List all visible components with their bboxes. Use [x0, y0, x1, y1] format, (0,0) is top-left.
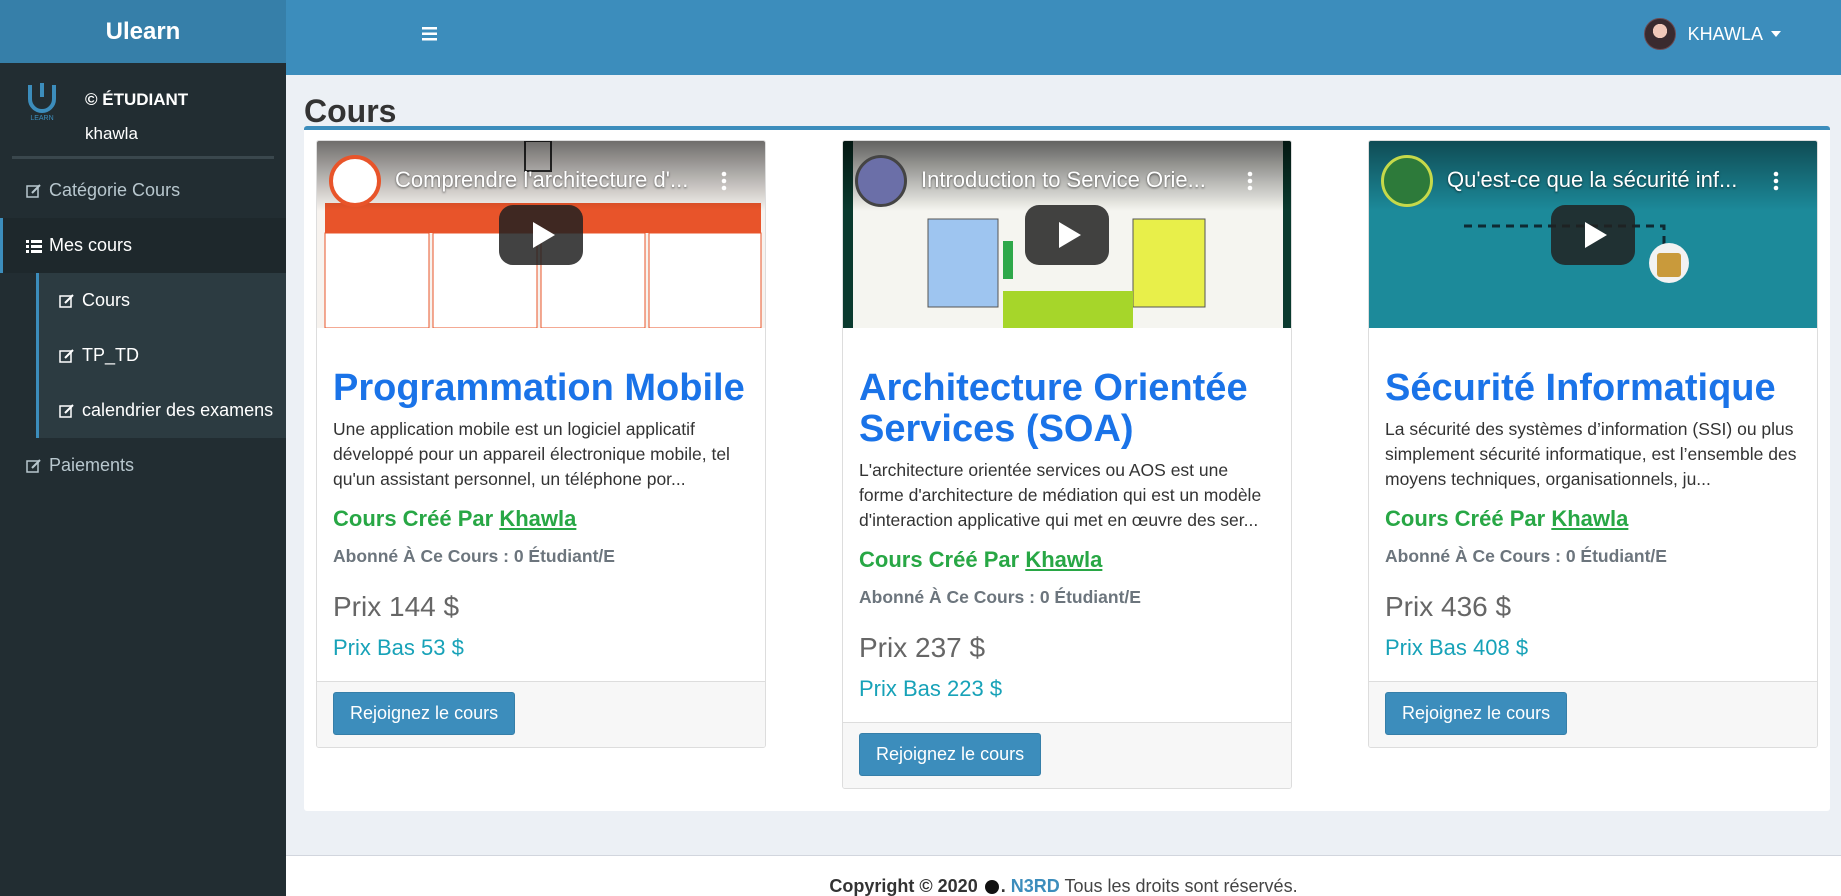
avatar — [1643, 18, 1676, 50]
footer-copyright: Copyright © 2020 — [829, 876, 978, 896]
sidebar-item-label: calendrier des examens — [82, 400, 274, 420]
page-footer: Copyright © 2020 . N3RD Tous les droits … — [286, 855, 1841, 896]
sidebar-item-paiements[interactable]: Paiements — [0, 438, 286, 493]
course-card: Comprendre l'architecture d'... Programm… — [316, 140, 766, 748]
course-description: Une application mobile est un logiciel a… — [333, 419, 730, 489]
course-title[interactable]: Architecture Orientée Services (SOA) — [859, 368, 1275, 450]
more-options-icon[interactable] — [1247, 171, 1253, 191]
play-button-icon[interactable] — [1025, 204, 1109, 265]
author-link[interactable]: Khawla — [499, 506, 576, 531]
video-title[interactable]: Introduction to Service Orie... — [921, 167, 1206, 193]
sidebar-menu: Catégorie Cours Mes cours — [0, 163, 286, 273]
sidebar-item-mes-cours[interactable]: Mes cours — [0, 218, 286, 273]
course-description: La sécurité des systèmes d’information (… — [1385, 419, 1797, 489]
video-embed[interactable]: Qu'est-ce que la sécurité inf... — [1369, 141, 1817, 328]
sidebar-item-categorie-cours[interactable]: Catégorie Cours — [0, 163, 286, 218]
course-author: Cours Créé Par Khawla — [333, 506, 749, 532]
video-embed[interactable]: Introduction to Service Orie... — [843, 141, 1291, 328]
svg-text:LEARN: LEARN — [30, 115, 53, 121]
more-options-icon[interactable] — [721, 171, 727, 191]
author-prefix: Cours Créé Par — [859, 547, 1020, 572]
courses-box: Comprendre l'architecture d'... Programm… — [304, 126, 1830, 811]
course-low-price: Prix Bas 408 $ — [1385, 635, 1529, 660]
user-menu[interactable]: KHAWLA — [1643, 18, 1781, 50]
course-author: Cours Créé Par Khawla — [1385, 506, 1801, 532]
author-prefix: Cours Créé Par — [1385, 506, 1546, 531]
sidebar-item-label: Mes cours — [49, 235, 133, 255]
course-subscribers: Abonné À Ce Cours : 0 Étudiant/E — [1385, 546, 1667, 566]
video-embed[interactable]: Comprendre l'architecture d'... — [317, 141, 765, 328]
page-title: Cours — [304, 93, 397, 129]
sidebar-subitem-cours[interactable]: Cours — [39, 273, 286, 328]
channel-icon[interactable] — [1381, 155, 1433, 207]
course-low-price: Prix Bas 53 $ — [333, 635, 464, 660]
edit-icon — [24, 181, 44, 201]
edit-icon — [57, 291, 77, 311]
join-course-button[interactable]: Rejoignez le cours — [333, 692, 516, 735]
join-course-button[interactable]: Rejoignez le cours — [1385, 692, 1568, 735]
card-body: Sécurité Informatique La sécurité des sy… — [1369, 328, 1817, 681]
channel-icon[interactable] — [855, 155, 907, 207]
course-card: Qu'est-ce que la sécurité inf... Sécurit… — [1368, 140, 1818, 748]
sidebar-subitem-calendrier[interactable]: calendrier des examens — [39, 383, 286, 438]
user-panel: LEARN © ÉTUDIANT khawla — [12, 63, 274, 159]
brand-logo[interactable]: Ulearn — [0, 0, 286, 63]
author-link[interactable]: Khawla — [1025, 547, 1102, 572]
course-card: Introduction to Service Orie... Architec… — [842, 140, 1292, 789]
course-price: Prix 144 $ — [333, 591, 460, 622]
sidebar-item-label: TP_TD — [82, 345, 140, 365]
course-author: Cours Créé Par Khawla — [859, 547, 1275, 573]
course-subscribers: Abonné À Ce Cours : 0 Étudiant/E — [333, 546, 615, 566]
hamburger-menu-icon[interactable] — [420, 23, 442, 45]
play-button-icon[interactable] — [499, 204, 583, 265]
footer-rights: Tous les droits sont réservés. — [1064, 876, 1298, 896]
sidebar: Ulearn LEARN © ÉTUDIANT khawla Catégorie… — [0, 0, 286, 896]
course-price: Prix 436 $ — [1385, 591, 1512, 622]
more-options-icon[interactable] — [1773, 171, 1779, 191]
course-price: Prix 237 $ — [859, 632, 986, 663]
course-description: L'architecture orientée services ou AOS … — [859, 460, 1262, 530]
course-subscribers: Abonné À Ce Cours : 0 Étudiant/E — [859, 587, 1141, 607]
list-icon — [24, 236, 44, 256]
ulearn-logo-icon: LEARN — [28, 83, 56, 121]
video-title[interactable]: Qu'est-ce que la sécurité inf... — [1447, 167, 1737, 193]
user-menu-name: KHAWLA — [1687, 23, 1763, 44]
card-body: Programmation Mobile Une application mob… — [317, 328, 765, 681]
card-footer: Rejoignez le cours — [317, 681, 765, 747]
author-prefix: Cours Créé Par — [333, 506, 494, 531]
card-footer: Rejoignez le cours — [1369, 681, 1817, 747]
sidebar-submenu: Cours TP_TD calendrier des examens — [36, 273, 286, 438]
play-button-icon[interactable] — [1551, 204, 1635, 265]
edit-icon — [57, 346, 77, 366]
topbar: KHAWLA — [286, 0, 1841, 75]
course-title[interactable]: Programmation Mobile — [333, 368, 749, 409]
caret-down-icon — [1771, 31, 1781, 37]
card-footer: Rejoignez le cours — [843, 722, 1291, 788]
edit-icon — [57, 401, 77, 421]
course-title[interactable]: Sécurité Informatique — [1385, 368, 1801, 409]
sidebar-item-label: Catégorie Cours — [49, 180, 181, 200]
sidebar-item-label: Cours — [82, 290, 131, 310]
user-name: khawla — [85, 124, 138, 143]
n3rd-logo-icon — [984, 880, 999, 894]
course-low-price: Prix Bas 223 $ — [859, 676, 1003, 701]
card-body: Architecture Orientée Services (SOA) L'a… — [843, 328, 1291, 722]
edit-icon — [24, 456, 44, 476]
channel-icon[interactable] — [329, 155, 381, 207]
footer-brand-link[interactable]: N3RD — [1011, 876, 1060, 896]
join-course-button[interactable]: Rejoignez le cours — [859, 733, 1042, 776]
video-title[interactable]: Comprendre l'architecture d'... — [395, 167, 688, 193]
sidebar-menu-bottom: Paiements — [0, 438, 286, 493]
sidebar-item-label: Paiements — [49, 455, 135, 475]
user-role: © ÉTUDIANT — [85, 90, 189, 109]
author-link[interactable]: Khawla — [1551, 506, 1628, 531]
sidebar-subitem-tp-td[interactable]: TP_TD — [39, 328, 286, 383]
